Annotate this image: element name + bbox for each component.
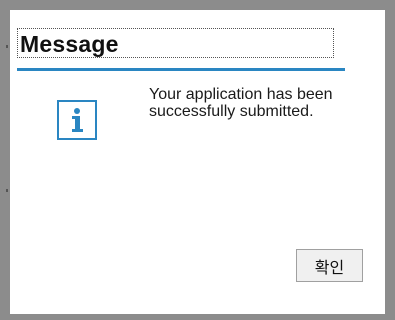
- dialog-title: Message: [20, 31, 119, 57]
- window-edge-mark: [6, 189, 8, 192]
- dialog-message: Your application has been successfully s…: [149, 86, 333, 120]
- ok-button[interactable]: 확인: [296, 249, 363, 282]
- title-divider: [17, 68, 345, 71]
- info-icon: [57, 100, 97, 140]
- dialog-title-box: Message: [17, 28, 334, 58]
- window-edge-mark: [6, 45, 8, 48]
